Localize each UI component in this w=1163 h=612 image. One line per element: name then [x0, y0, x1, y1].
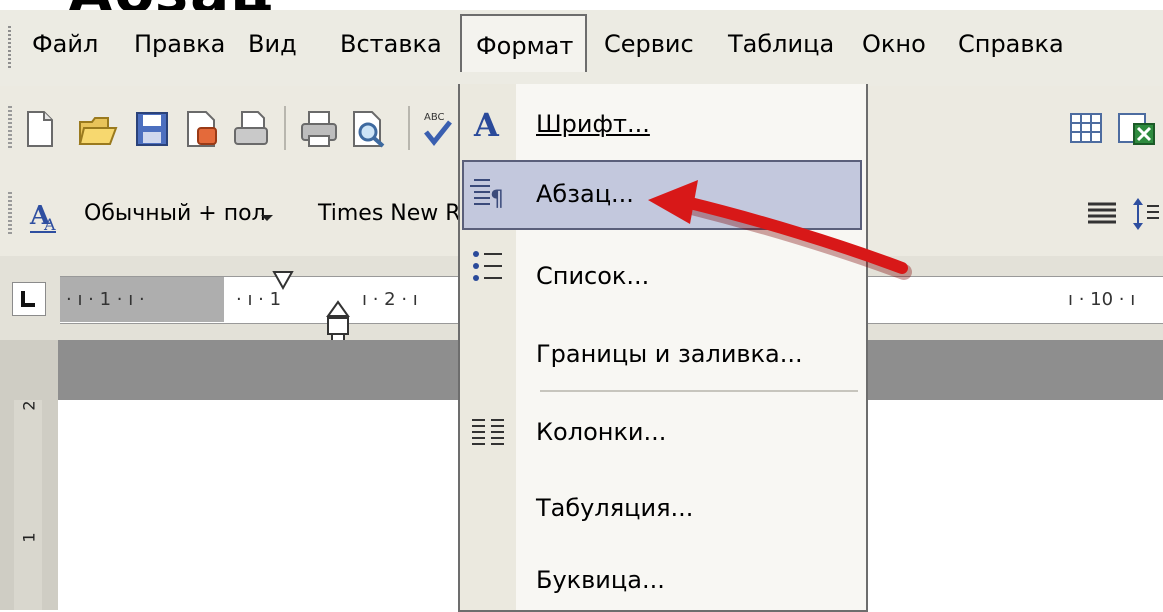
- print-doc-icon[interactable]: [232, 110, 268, 148]
- menu-insert[interactable]: Вставка: [340, 30, 442, 58]
- svg-text:ABC: ABC: [424, 112, 445, 123]
- spelling-icon[interactable]: ABC: [420, 108, 454, 147]
- ruler-marks-after: ı · 2 · ı: [362, 289, 418, 310]
- toolbar-grip[interactable]: [8, 106, 12, 150]
- tab-selector[interactable]: [12, 282, 46, 316]
- menu-help[interactable]: Справка: [958, 30, 1064, 58]
- menu-item-tabs-label: Табуляция...: [536, 494, 694, 522]
- font-combo-value: Times New R: [318, 201, 460, 226]
- red-arrow-annotation: [648, 180, 912, 280]
- style-combo-value: Обычный + пол: [84, 201, 266, 226]
- menu-grip[interactable]: [8, 26, 11, 68]
- open-folder-icon[interactable]: [78, 110, 118, 148]
- vertical-ruler-mark-2: 2: [19, 400, 39, 411]
- menu-item-tabs[interactable]: Табуляция...: [536, 494, 693, 522]
- menu-view[interactable]: Вид: [248, 30, 297, 58]
- menu-item-font[interactable]: Шрифт...: [536, 110, 650, 138]
- menu-service[interactable]: Сервис: [604, 30, 694, 58]
- svg-text:A: A: [473, 106, 500, 144]
- menu-item-columns[interactable]: Колонки...: [536, 418, 666, 446]
- menu-format[interactable]: Формат: [460, 14, 588, 72]
- permission-icon[interactable]: [184, 110, 218, 148]
- menu-item-paragraph-label: Абзац...: [536, 180, 634, 208]
- ruler-marks-left: · ı · 1 · ı ·: [66, 289, 145, 310]
- svg-text:¶: ¶: [490, 187, 504, 212]
- columns-icon: [468, 412, 508, 452]
- toolbar-separator: [408, 106, 410, 150]
- toolbar-grip[interactable]: [8, 192, 12, 236]
- menu-item-dropcap[interactable]: Буквица...: [536, 566, 665, 594]
- paragraph-icon: ¶: [468, 174, 508, 214]
- menu-edit[interactable]: Правка: [134, 30, 225, 58]
- insert-table-icon[interactable]: [1068, 110, 1102, 148]
- menu-item-list-label: Список...: [536, 262, 650, 290]
- first-line-indent-marker[interactable]: [272, 270, 294, 296]
- line-spacing-icon[interactable]: [1130, 194, 1160, 234]
- print-icon[interactable]: [300, 110, 337, 148]
- menu-separator: [540, 390, 858, 392]
- save-icon[interactable]: [134, 110, 168, 148]
- insert-excel-icon[interactable]: [1116, 110, 1155, 148]
- font-combo[interactable]: Times New R: [312, 194, 460, 236]
- menu-file[interactable]: Файл: [32, 30, 98, 58]
- vertical-ruler-track: [14, 400, 42, 610]
- menu-window[interactable]: Окно: [862, 30, 926, 58]
- font-icon: A: [468, 104, 508, 144]
- chevron-down-icon[interactable]: [256, 206, 278, 228]
- ruler-marks-right: ı · 10 · ı: [1068, 289, 1136, 310]
- align-justify-icon[interactable]: [1086, 196, 1118, 232]
- menu-item-columns-label: Колонки...: [536, 418, 667, 446]
- toolbar-separator: [284, 106, 286, 150]
- menu-item-paragraph[interactable]: Абзац...: [536, 180, 634, 208]
- list-icon: [468, 246, 508, 286]
- menu-item-dropcap-label: Буквица...: [536, 566, 665, 594]
- menu-item-borders-label: Границы и заливка...: [536, 340, 803, 368]
- vertical-ruler-mark-1: 1: [19, 532, 39, 543]
- menu-item-font-label: Шрифт...: [536, 110, 650, 138]
- menu-item-list[interactable]: Список...: [536, 262, 649, 290]
- menu-table[interactable]: Таблица: [728, 30, 834, 58]
- new-document-icon[interactable]: [22, 110, 56, 148]
- menu-item-borders[interactable]: Границы и заливка...: [536, 340, 803, 368]
- styles-icon[interactable]: AA: [28, 194, 58, 234]
- print-preview-icon[interactable]: [350, 110, 385, 148]
